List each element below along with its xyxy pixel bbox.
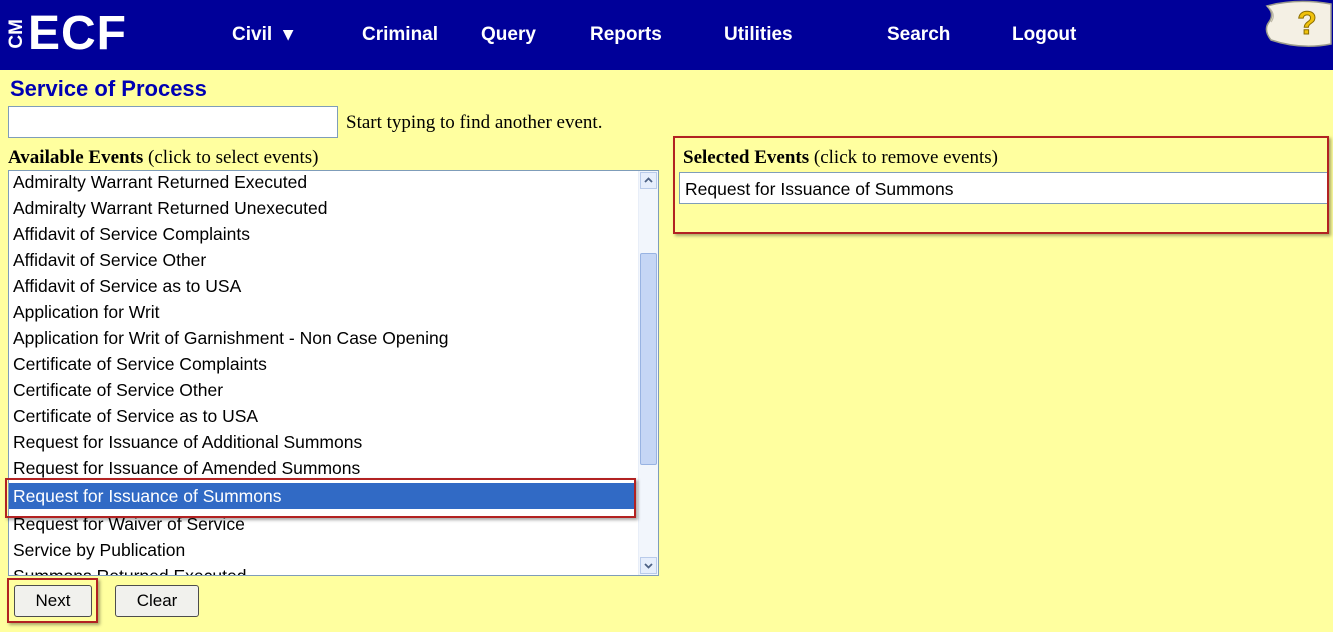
- scroll-down-button[interactable]: [640, 557, 657, 574]
- selected-events-heading-note: (click to remove events): [809, 147, 998, 168]
- selected-events-heading-bold: Selected Events: [683, 147, 810, 168]
- chevron-down-icon: [644, 563, 653, 569]
- list-item[interactable]: Admiralty Warrant Returned Unexecuted: [13, 195, 328, 221]
- logo-cm-text: CM: [6, 19, 27, 49]
- help-glyph: ?: [1297, 5, 1317, 41]
- available-events-listbox[interactable]: Admiralty Warrant Returned Executed Admi…: [8, 170, 659, 576]
- page-title: Service of Process: [10, 76, 207, 101]
- selected-events-heading: Selected Events (click to remove events): [683, 146, 998, 170]
- list-item[interactable]: Affidavit of Service Complaints: [13, 221, 250, 247]
- list-item[interactable]: Affidavit of Service as to USA: [13, 273, 241, 299]
- logo-ecf-text: ECF: [28, 7, 127, 60]
- list-item[interactable]: Application for Writ of Garnishment - No…: [13, 325, 448, 351]
- nav-query-menu[interactable]: Query: [481, 0, 536, 70]
- nav-search-menu[interactable]: Search: [887, 0, 950, 70]
- cmecf-logo: CM ECF: [6, 6, 127, 62]
- nav-civil-label: Civil: [232, 24, 273, 45]
- list-item[interactable]: Certificate of Service Complaints: [13, 351, 267, 377]
- list-item[interactable]: Summons Returned Executed: [13, 563, 246, 575]
- list-item[interactable]: Request for Issuance of Amended Summons: [13, 455, 360, 481]
- list-item[interactable]: Request for Waiver of Service: [13, 511, 245, 537]
- help-icon: ?: [1265, 0, 1332, 47]
- available-events-heading: Available Events (click to select events…: [8, 146, 318, 170]
- list-item[interactable]: Certificate of Service as to USA: [13, 403, 258, 429]
- event-search-input[interactable]: [8, 106, 338, 138]
- list-item[interactable]: Admiralty Warrant Returned Executed: [13, 171, 307, 195]
- help-button[interactable]: ?: [1261, 0, 1333, 48]
- nav-criminal-menu[interactable]: Criminal: [362, 0, 438, 70]
- chevron-down-icon: ▾: [283, 24, 293, 45]
- list-item[interactable]: Certificate of Service Other: [13, 377, 223, 403]
- clear-button[interactable]: Clear: [115, 585, 199, 617]
- top-nav-bar: CM ECF Civil ▾ Criminal Query Reports Ut…: [0, 0, 1333, 70]
- list-item[interactable]: Application for Writ: [13, 299, 160, 325]
- selected-events-listbox[interactable]: Request for Issuance of Summons: [679, 172, 1328, 204]
- next-button[interactable]: Next: [14, 585, 92, 617]
- nav-utilities-menu[interactable]: Utilities: [724, 0, 793, 70]
- selected-event-item[interactable]: Request for Issuance of Summons: [685, 176, 953, 202]
- list-item-selected[interactable]: Request for Issuance of Summons: [9, 483, 635, 509]
- list-item[interactable]: Affidavit of Service Other: [13, 247, 206, 273]
- nav-reports-menu[interactable]: Reports: [590, 0, 662, 70]
- list-item[interactable]: Service by Publication: [13, 537, 185, 563]
- scroll-thumb[interactable]: [640, 253, 657, 465]
- nav-logout-link[interactable]: Logout: [1012, 0, 1076, 70]
- chevron-up-icon: [644, 177, 653, 183]
- event-search-hint: Start typing to find another event.: [346, 112, 603, 133]
- scroll-up-button[interactable]: [640, 172, 657, 189]
- list-item[interactable]: Request for Issuance of Additional Summo…: [13, 429, 362, 455]
- available-events-heading-note: (click to select events): [143, 147, 319, 168]
- listbox-scrollbar[interactable]: [638, 171, 658, 575]
- available-events-heading-bold: Available Events: [8, 147, 144, 168]
- nav-civil-menu[interactable]: Civil ▾: [232, 0, 293, 70]
